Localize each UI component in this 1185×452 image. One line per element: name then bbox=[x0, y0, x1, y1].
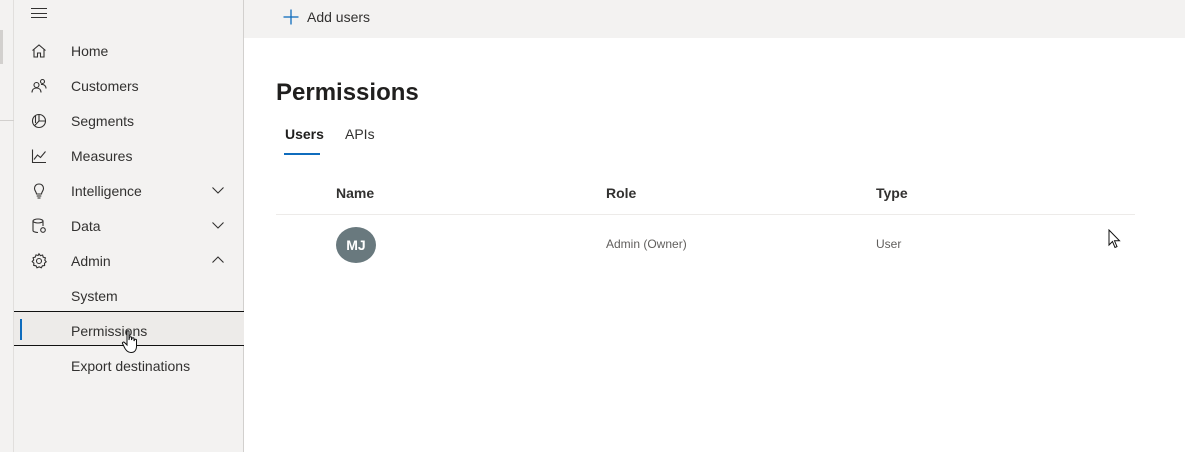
chevron-up-icon[interactable] bbox=[211, 253, 225, 267]
column-header-role[interactable]: Role bbox=[606, 184, 636, 202]
sidebar: Home Customers Segments Measures Intelli… bbox=[14, 0, 244, 452]
sidebar-item-label: Data bbox=[71, 218, 101, 234]
hamburger-menu-icon[interactable] bbox=[31, 5, 49, 21]
sidebar-item-system[interactable]: System bbox=[14, 278, 244, 313]
sidebar-item-intelligence[interactable]: Intelligence bbox=[14, 173, 244, 208]
sidebar-item-label: Admin bbox=[71, 253, 111, 269]
lightbulb-icon bbox=[30, 182, 48, 200]
selected-tab-indicator bbox=[284, 153, 320, 155]
sidebar-item-label: Segments bbox=[71, 113, 135, 129]
plus-icon bbox=[282, 8, 300, 26]
hand-cursor-icon bbox=[121, 329, 141, 355]
tab-apis[interactable]: APIs bbox=[345, 125, 375, 143]
sidebar-item-label: Export destinations bbox=[71, 358, 191, 374]
chevron-down-icon[interactable] bbox=[211, 183, 225, 197]
sidebar-item-admin[interactable]: Admin bbox=[14, 243, 244, 278]
tab-users[interactable]: Users bbox=[285, 125, 324, 143]
active-indicator bbox=[20, 319, 22, 340]
sidebar-item-label: Home bbox=[71, 43, 109, 59]
sidebar-item-home[interactable]: Home bbox=[14, 33, 244, 68]
sidebar-item-label: Measures bbox=[71, 148, 133, 164]
add-users-label: Add users bbox=[307, 9, 371, 25]
page-title: Permissions bbox=[276, 79, 419, 106]
sidebar-item-measures[interactable]: Measures bbox=[14, 138, 244, 173]
edge-tab-marker bbox=[0, 30, 3, 64]
sidebar-item-segments[interactable]: Segments bbox=[14, 103, 244, 138]
column-header-name[interactable]: Name bbox=[336, 184, 374, 202]
type-cell: User bbox=[876, 237, 902, 251]
sidebar-item-customers[interactable]: Customers bbox=[14, 68, 244, 103]
edge-divider bbox=[0, 120, 14, 121]
sidebar-item-label: System bbox=[71, 288, 118, 304]
arrow-cursor-icon bbox=[1108, 228, 1122, 249]
sidebar-item-data[interactable]: Data bbox=[14, 208, 244, 243]
segments-icon bbox=[30, 112, 48, 130]
sidebar-item-label: Customers bbox=[71, 78, 139, 94]
database-icon bbox=[30, 217, 48, 235]
chevron-down-icon[interactable] bbox=[211, 218, 225, 232]
add-users-button[interactable]: Add users bbox=[282, 8, 370, 26]
gear-icon bbox=[30, 252, 48, 270]
customers-icon bbox=[30, 77, 48, 95]
command-bar: Add users bbox=[244, 0, 1185, 38]
role-cell: Admin (Owner) bbox=[606, 237, 687, 251]
measures-icon bbox=[30, 147, 48, 165]
left-edge-strip bbox=[0, 0, 14, 452]
sidebar-item-label: Intelligence bbox=[71, 183, 142, 199]
home-icon bbox=[30, 42, 48, 60]
column-header-type[interactable]: Type bbox=[876, 184, 908, 202]
table-row[interactable]: MJ Admin (Owner) User bbox=[276, 215, 1135, 273]
avatar: MJ bbox=[336, 227, 376, 263]
